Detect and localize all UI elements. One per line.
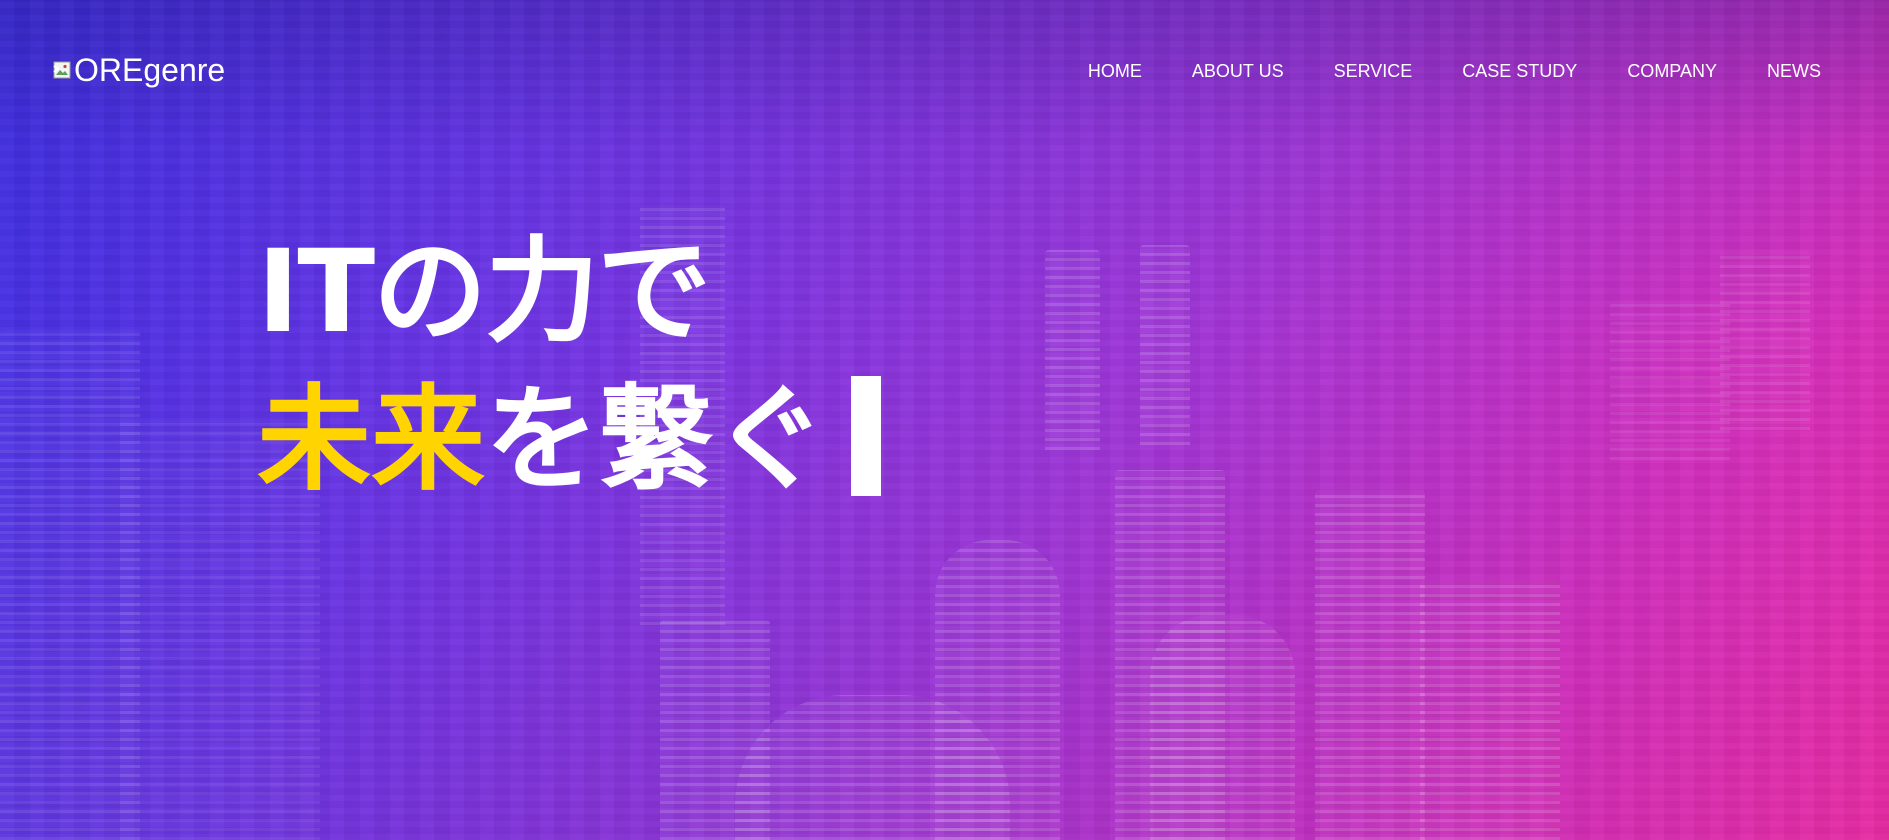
headline-line-1: ITの力で [257, 225, 711, 358]
broken-image-icon [53, 54, 73, 79]
nav-item-service[interactable]: SERVICE [1334, 60, 1413, 82]
building-graphic [1140, 245, 1190, 445]
nav-item-about-us[interactable]: ABOUT US [1192, 60, 1284, 82]
building-graphic [935, 540, 1060, 840]
building-graphic [1720, 250, 1810, 430]
building-graphic [735, 695, 1010, 840]
building-graphic [0, 330, 140, 840]
building-graphic [1315, 490, 1425, 840]
nav-item-news[interactable]: NEWS [1767, 60, 1821, 82]
typing-cursor [851, 376, 882, 496]
building-graphic [660, 620, 770, 840]
logo-alt-text: OREgenre [74, 52, 226, 88]
building-graphic [1420, 580, 1560, 840]
main-nav: HOME ABOUT US SERVICE CASE STUDY COMPANY… [1038, 60, 1821, 82]
building-graphic [1045, 250, 1100, 450]
nav-item-case-study[interactable]: CASE STUDY [1462, 60, 1577, 82]
headline-highlight: 未来 [257, 373, 486, 506]
hero-section: OREgenre HOME ABOUT US SERVICE CASE STUD… [0, 0, 1889, 840]
site-logo[interactable]: OREgenre [53, 54, 225, 86]
building-graphic [1150, 615, 1295, 840]
headline-line-2-rest: を繋ぐ [485, 373, 828, 506]
headline-line-2: 未来 を繋ぐ [257, 373, 882, 506]
building-graphic [1610, 300, 1730, 460]
building-graphic [1115, 470, 1225, 840]
nav-item-company[interactable]: COMPANY [1627, 60, 1717, 82]
nav-item-home[interactable]: HOME [1088, 60, 1142, 82]
